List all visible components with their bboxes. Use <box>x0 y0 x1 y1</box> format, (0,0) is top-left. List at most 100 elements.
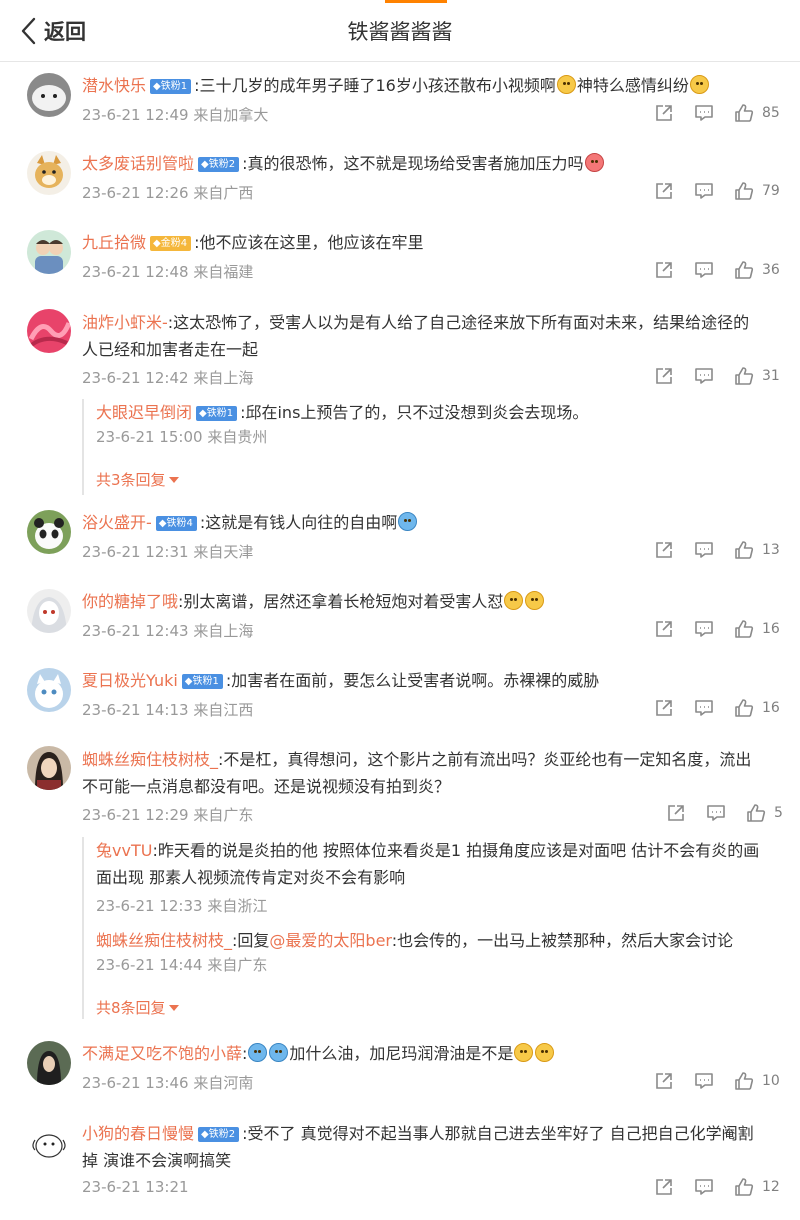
share-button[interactable] <box>654 1071 674 1091</box>
share-button[interactable] <box>654 366 674 386</box>
comment-button[interactable] <box>694 260 714 280</box>
comment-button[interactable] <box>694 181 714 201</box>
more-replies-link[interactable]: 共3条回复 <box>96 469 179 490</box>
thumbs-up-icon <box>735 541 754 559</box>
username[interactable]: 太多废话别管啦 <box>82 154 194 173</box>
comment-meta: 23-6-21 12:42 来自上海 <box>82 369 254 387</box>
username[interactable]: 你的糖掉了哦 <box>82 592 178 611</box>
comment-actions: 85 <box>654 102 800 124</box>
username[interactable]: 小狗的春日慢慢 <box>82 1124 194 1143</box>
share-icon <box>656 262 672 278</box>
like-button[interactable]: 12 <box>734 1177 782 1197</box>
username[interactable]: 蜘蛛丝痴住枝树枝_ <box>96 931 232 950</box>
comment-text: :这太恐怖了，受害人以为是有人给了自己途径来放下所有面对未来，结果给途径的 <box>167 313 750 332</box>
fan-badge: ◆铁粉4 <box>155 516 197 531</box>
comment-button[interactable] <box>694 1177 714 1197</box>
sleepy-emoji-icon <box>689 75 709 94</box>
comment-text: 不可能一点消息都没有吧。还是说视频没有拍到炎？ <box>82 777 451 796</box>
share-button[interactable] <box>654 619 674 639</box>
fan-badge: ◆铁粉1 <box>181 674 223 689</box>
share-button[interactable] <box>666 803 686 823</box>
more-replies-link[interactable]: 共8条回复 <box>96 997 179 1018</box>
comment-button[interactable] <box>694 698 714 718</box>
comment-icon <box>707 805 725 821</box>
username[interactable]: 九丘拾微 <box>82 233 146 252</box>
avatar[interactable] <box>27 510 71 554</box>
like-button[interactable]: 31 <box>734 366 782 386</box>
avatar[interactable] <box>27 746 71 790</box>
comment-meta: 23-6-21 13:21 <box>82 1178 189 1196</box>
like-button[interactable]: 85 <box>734 103 782 123</box>
reply-item: 兔vvTU:昨天看的说是炎拍的他 按照体位来看炎是1 拍摄角度应该是对面吧 估计… <box>96 837 766 916</box>
reply-text: :也会传的，一出马上被禁那种，然后大家会讨论 <box>391 931 734 950</box>
avatar[interactable] <box>27 1120 71 1164</box>
username[interactable]: 夏日极光Yuki <box>82 671 178 690</box>
like-button[interactable]: 16 <box>734 698 782 718</box>
share-button[interactable] <box>654 103 674 123</box>
share-button[interactable] <box>654 1177 674 1197</box>
comment-button[interactable] <box>694 540 714 560</box>
comment-button[interactable] <box>706 803 726 823</box>
share-button[interactable] <box>654 540 674 560</box>
like-button[interactable]: 16 <box>734 619 782 639</box>
username[interactable]: 兔vvTU <box>96 841 152 860</box>
comment-meta: 23-6-21 12:49 来自加拿大 <box>82 106 269 124</box>
avatar[interactable] <box>27 1041 71 1085</box>
comment-icon <box>695 105 713 121</box>
comment-icon <box>695 542 713 558</box>
avatar[interactable] <box>27 151 71 195</box>
username[interactable]: 潜水快乐 <box>82 76 146 95</box>
share-button[interactable] <box>654 260 674 280</box>
comment-text: :不是杠，真得想问，这个影片之前有流出吗？炎亚纶也有一定知名度，流出 <box>218 750 752 769</box>
share-button[interactable] <box>654 181 674 201</box>
fan-badge: ◆铁粉1 <box>150 79 192 94</box>
comment-actions: 79 <box>654 180 800 202</box>
avatar[interactable] <box>27 230 71 274</box>
reply-meta: 23-6-21 12:33 来自浙江 <box>96 897 268 915</box>
comment-meta: 23-6-21 12:29 来自广东 <box>82 806 254 824</box>
username[interactable]: 大眼迟早倒闭 <box>96 403 192 422</box>
username[interactable]: 蜘蛛丝痴住枝树枝_ <box>82 750 218 769</box>
comment-icon <box>695 1073 713 1089</box>
comment-icon <box>695 1179 713 1195</box>
comment-text: 神特么感情纠纷 <box>576 76 689 95</box>
share-button[interactable] <box>654 698 674 718</box>
comment-icon <box>695 700 713 716</box>
comment-actions: 16 <box>654 618 800 640</box>
thumbs-up-icon <box>735 1178 754 1196</box>
comment-text: :别太离谱，居然还拿着长枪短炮对着受害人怼 <box>178 592 504 611</box>
avatar[interactable] <box>27 73 71 117</box>
share-icon <box>656 183 672 199</box>
like-button[interactable]: 36 <box>734 260 782 280</box>
like-count: 16 <box>762 621 780 637</box>
username[interactable]: 油炸小虾米- <box>82 313 168 332</box>
doge-emoji-icon <box>248 1043 268 1062</box>
thumbs-up-icon <box>735 367 754 385</box>
sweat-emoji-icon <box>504 591 524 610</box>
like-button[interactable]: 5 <box>746 803 794 823</box>
share-icon <box>656 1179 672 1195</box>
comment-text: 加什么油，加尼玛润滑油是不是 <box>289 1044 514 1063</box>
avatar[interactable] <box>27 309 71 353</box>
reply-text: :邱在ins上预告了的，只不过没想到炎会去现场。 <box>240 403 589 422</box>
comment-button[interactable] <box>694 103 714 123</box>
username[interactable]: 浴火盛开- <box>82 513 152 532</box>
comment-button[interactable] <box>694 619 714 639</box>
thumbs-up-icon <box>735 261 754 279</box>
comment-button[interactable] <box>694 1071 714 1091</box>
comment-button[interactable] <box>694 366 714 386</box>
avatar[interactable] <box>27 668 71 712</box>
like-button[interactable]: 79 <box>734 181 782 201</box>
comment-actions: 5 <box>666 802 800 824</box>
caret-down-icon <box>168 477 179 483</box>
comment-icon <box>695 368 713 384</box>
username[interactable]: 不满足又吃不饱的小薛 <box>82 1044 242 1063</box>
comment-text: 掉 演谁不会演啊搞笑 <box>82 1151 232 1170</box>
like-button[interactable]: 13 <box>734 540 782 560</box>
doge-emoji-icon <box>398 512 418 531</box>
comment-text: :他不应该在这里，他应该在牢里 <box>194 233 424 252</box>
comment-meta: 23-6-21 12:43 来自上海 <box>82 622 254 640</box>
avatar[interactable] <box>27 589 71 633</box>
mention-link[interactable]: @最爱的太阳ber <box>269 931 391 950</box>
like-button[interactable]: 10 <box>734 1071 782 1091</box>
